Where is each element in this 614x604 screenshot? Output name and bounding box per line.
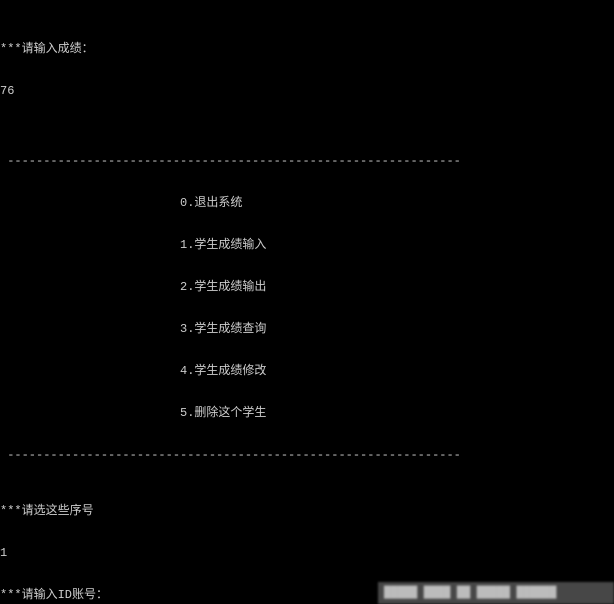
prompt-select: ***请选这些序号 [0, 504, 614, 518]
menu-item-4: 4.学生成绩修改 [0, 364, 614, 378]
prompt-score: ***请输入成绩： [0, 42, 614, 56]
menu-top-border: ----------------------------------------… [0, 154, 614, 168]
menu-item-5: 5.删除这个学生 [0, 406, 614, 420]
menu-item-0: 0.退出系统 [0, 196, 614, 210]
value-prev-score: 76 [0, 84, 614, 98]
menu-bottom-border: ----------------------------------------… [0, 448, 614, 462]
value-select-1: 1 [0, 546, 614, 560]
menu-item-1: 1.学生成绩输入 [0, 238, 614, 252]
menu-item-3: 3.学生成绩查询 [0, 322, 614, 336]
menu-item-2: 2.学生成绩输出 [0, 280, 614, 294]
overlay-watermark: █████ ████ ██ █████ ██████ [378, 582, 614, 604]
terminal-window[interactable]: ***请输入成绩： 76 ---------------------------… [0, 0, 614, 604]
